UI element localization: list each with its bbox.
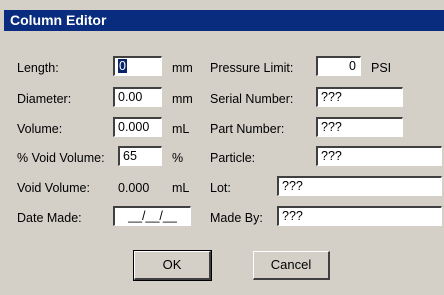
serial-number-label: Serial Number: [210, 92, 294, 106]
diameter-unit: mm [172, 92, 193, 106]
length-value: 0 [118, 59, 127, 73]
void-pct-unit: % [172, 151, 184, 165]
date-made-input[interactable]: __/__/__ [113, 206, 191, 226]
lot-input[interactable]: ??? [277, 176, 442, 196]
part-number-input[interactable]: ??? [316, 117, 403, 137]
void-volume-label: Void Volume: [17, 181, 90, 195]
pressure-limit-unit: PSI [371, 61, 392, 75]
made-by-input[interactable]: ??? [277, 206, 442, 226]
length-label: Length: [17, 61, 59, 75]
particle-label: Particle: [210, 151, 256, 165]
made-by-label: Made By: [210, 211, 263, 225]
part-number-label: Part Number: [210, 122, 285, 136]
column-editor-dialog: Column Editor Length: 0 mm Diameter: 0.0… [0, 0, 444, 295]
date-made-label: Date Made: [17, 211, 82, 225]
volume-unit: mL [172, 122, 190, 136]
length-unit: mm [172, 61, 193, 75]
length-input[interactable]: 0 [113, 56, 162, 76]
lot-label: Lot: [210, 181, 231, 195]
pressure-limit-input[interactable]: 0 [316, 56, 361, 76]
volume-label: Volume: [17, 122, 63, 136]
diameter-label: Diameter: [17, 92, 72, 106]
diameter-input[interactable]: 0.00 [113, 87, 162, 107]
void-pct-label: % Void Volume: [17, 151, 105, 165]
title-bar[interactable]: Column Editor [4, 10, 444, 31]
cancel-button[interactable]: Cancel [253, 251, 330, 280]
pressure-limit-label: Pressure Limit: [210, 61, 294, 75]
particle-input[interactable]: ??? [316, 146, 442, 166]
void-pct-input[interactable]: 65 [118, 146, 162, 166]
void-volume-unit: mL [172, 181, 190, 195]
ok-button[interactable]: OK [133, 250, 212, 281]
void-volume-value: 0.000 [118, 181, 150, 195]
window-title: Column Editor [10, 12, 107, 28]
volume-input[interactable]: 0.000 [113, 117, 162, 137]
serial-number-input[interactable]: ??? [316, 87, 403, 107]
